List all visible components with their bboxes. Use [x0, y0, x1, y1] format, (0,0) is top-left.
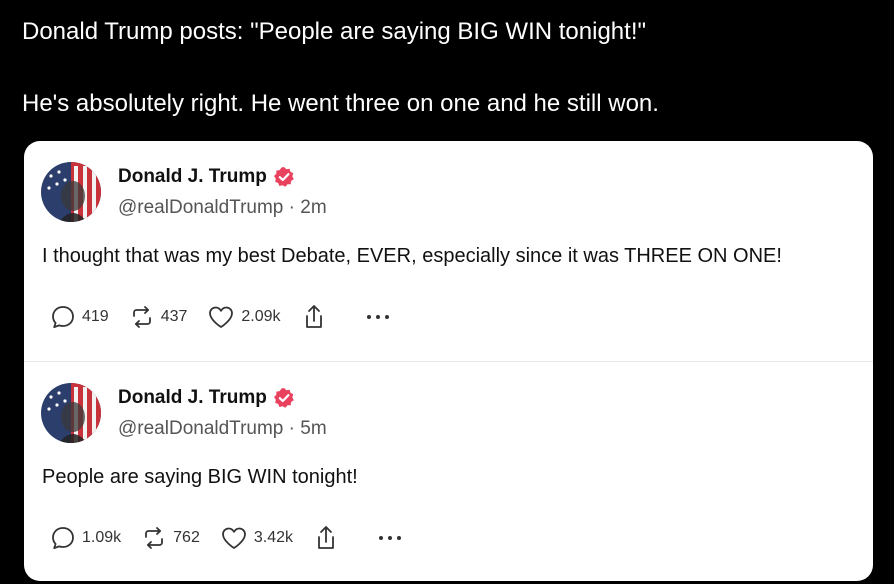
more-button[interactable]	[377, 533, 403, 543]
share-button[interactable]	[301, 303, 327, 331]
screenshot: Donald Trump posts: "People are saying B…	[0, 0, 894, 584]
reply-count: 1.09k	[82, 529, 122, 546]
like-button[interactable]: 2.09k	[207, 304, 281, 330]
author-handle: @realDonaldTrump · 5m	[118, 418, 327, 439]
author-row: Donald J. Trump	[118, 386, 295, 410]
post-text: I thought that was my best Debate, EVER,…	[42, 245, 782, 267]
reply-button[interactable]: 1.09k	[50, 525, 121, 551]
like-icon	[209, 306, 234, 328]
repost-count: 437	[160, 308, 188, 325]
avatar[interactable]	[41, 162, 101, 222]
posts-card: Donald J. Trump @realDonaldTrump · 2m I …	[24, 141, 873, 581]
author-row: Donald J. Trump	[118, 165, 295, 189]
repost-button[interactable]: 437	[129, 304, 188, 330]
avatar[interactable]	[41, 383, 101, 443]
post-card[interactable]: Donald J. Trump @realDonaldTrump · 5m Pe…	[24, 362, 873, 581]
post-card[interactable]: Donald J. Trump @realDonaldTrump · 2m I …	[24, 141, 873, 361]
share-icon	[318, 526, 334, 549]
post-actions: 419 437 2.09k	[50, 301, 411, 333]
post-actions: 1.09k 762 3.42k	[50, 522, 423, 554]
caption-line-1: Donald Trump posts: "People are saying B…	[22, 18, 646, 45]
repost-count: 762	[173, 529, 200, 546]
like-count: 3.42k	[253, 529, 293, 546]
repost-icon	[132, 306, 151, 328]
more-icon	[366, 315, 389, 319]
post-text: People are saying BIG WIN tonight!	[42, 466, 358, 488]
more-icon	[378, 536, 401, 540]
reply-icon	[52, 306, 74, 329]
author-name[interactable]: Donald J. Trump	[118, 387, 267, 409]
like-icon	[221, 527, 246, 549]
verified-badge-icon	[273, 166, 295, 188]
share-icon	[305, 305, 322, 328]
verified-badge-icon	[273, 387, 295, 409]
share-button[interactable]	[313, 524, 339, 552]
reply-count: 419	[82, 308, 109, 325]
like-button[interactable]: 3.42k	[220, 525, 293, 551]
author-handle: @realDonaldTrump · 2m	[118, 197, 327, 218]
reply-button[interactable]: 419	[50, 304, 109, 330]
reply-icon	[52, 527, 74, 550]
caption-line-2: He's absolutely right. He went three on …	[22, 90, 659, 117]
repost-button[interactable]: 762	[141, 525, 200, 551]
like-count: 2.09k	[241, 308, 281, 325]
more-button[interactable]	[365, 312, 391, 322]
repost-icon	[145, 527, 164, 549]
author-name[interactable]: Donald J. Trump	[118, 166, 267, 188]
